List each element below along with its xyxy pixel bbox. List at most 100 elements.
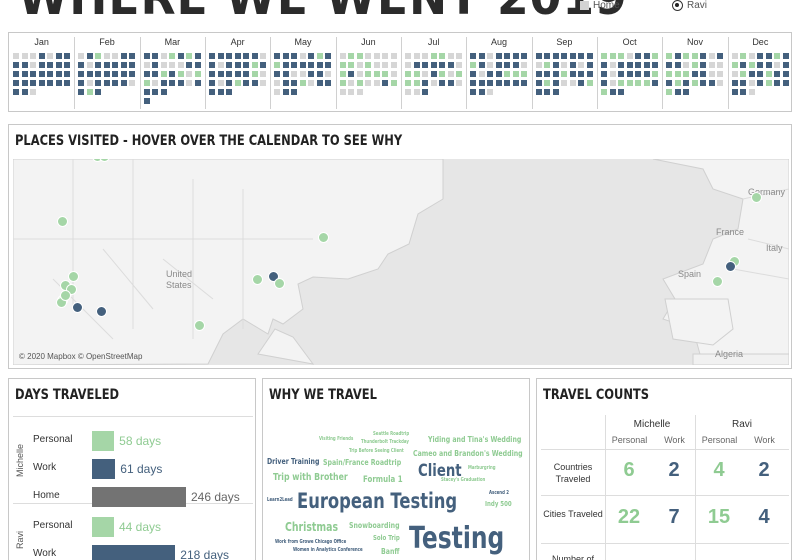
- calendar-day[interactable]: [243, 71, 249, 77]
- word-cloud-term[interactable]: Spain/France Roadtrip: [323, 458, 401, 467]
- calendar-day[interactable]: [282, 89, 289, 95]
- calendar-day[interactable]: [143, 98, 150, 104]
- calendar-day[interactable]: [731, 89, 738, 95]
- calendar-day[interactable]: [95, 53, 102, 59]
- calendar-day[interactable]: [561, 80, 568, 86]
- calendar-day[interactable]: [643, 53, 650, 59]
- calendar-day[interactable]: [186, 80, 193, 86]
- calendar-day[interactable]: [38, 71, 45, 77]
- calendar-day[interactable]: [495, 80, 502, 86]
- calendar-day[interactable]: [544, 89, 551, 95]
- calendar-day[interactable]: [578, 62, 585, 68]
- calendar-day[interactable]: [422, 80, 428, 86]
- calendar-day[interactable]: [782, 71, 789, 77]
- calendar-day[interactable]: [691, 71, 698, 77]
- calendar-day[interactable]: [339, 80, 346, 86]
- calendar-day[interactable]: [160, 71, 167, 77]
- calendar-day[interactable]: [243, 53, 249, 59]
- calendar-day[interactable]: [243, 80, 249, 86]
- calendar-day[interactable]: [274, 53, 281, 59]
- calendar-day[interactable]: [512, 53, 519, 59]
- calendar-day[interactable]: [740, 53, 747, 59]
- calendar-day[interactable]: [325, 53, 332, 59]
- calendar-day[interactable]: [129, 62, 136, 68]
- calendar-day[interactable]: [251, 71, 258, 77]
- calendar-day[interactable]: [194, 53, 201, 59]
- calendar-day[interactable]: [578, 80, 585, 86]
- map-point-personal[interactable]: [274, 278, 285, 289]
- word-cloud-term[interactable]: Cameo and Brandon's Wedding: [413, 449, 523, 458]
- calendar-day[interactable]: [748, 71, 755, 77]
- calendar-day[interactable]: [260, 71, 266, 77]
- calendar-day[interactable]: [748, 80, 755, 86]
- calendar-day[interactable]: [120, 62, 127, 68]
- calendar-day[interactable]: [209, 71, 215, 77]
- calendar-day[interactable]: [674, 53, 681, 59]
- calendar-day[interactable]: [86, 71, 93, 77]
- calendar-day[interactable]: [470, 71, 477, 77]
- calendar-day[interactable]: [226, 62, 232, 68]
- calendar-day[interactable]: [413, 89, 420, 95]
- calendar-day[interactable]: [21, 53, 28, 59]
- calendar-day[interactable]: [209, 62, 215, 68]
- calendar-day[interactable]: [226, 89, 232, 95]
- calendar-day[interactable]: [495, 62, 502, 68]
- calendar-day[interactable]: [209, 80, 215, 86]
- map-area[interactable]: United States Germany France Italy Spain…: [13, 159, 789, 365]
- calendar-day[interactable]: [674, 71, 681, 77]
- calendar-day[interactable]: [626, 62, 633, 68]
- calendar-day[interactable]: [120, 80, 127, 86]
- calendar-day[interactable]: [308, 53, 315, 59]
- calendar-day[interactable]: [143, 71, 150, 77]
- calendar-day[interactable]: [95, 71, 102, 77]
- calendar-day[interactable]: [586, 53, 593, 59]
- calendar-day[interactable]: [382, 53, 389, 59]
- calendar-day[interactable]: [478, 62, 485, 68]
- calendar-day[interactable]: [316, 62, 323, 68]
- map-point-personal[interactable]: [252, 274, 263, 285]
- calendar-day[interactable]: [152, 62, 159, 68]
- calendar-day[interactable]: [740, 80, 747, 86]
- calendar-day[interactable]: [535, 53, 542, 59]
- calendar-day[interactable]: [700, 71, 707, 77]
- calendar-day[interactable]: [422, 62, 428, 68]
- map-point-personal[interactable]: [60, 290, 71, 301]
- calendar-day[interactable]: [308, 71, 315, 77]
- calendar-day[interactable]: [21, 80, 28, 86]
- calendar-day[interactable]: [544, 80, 551, 86]
- calendar-day[interactable]: [487, 80, 494, 86]
- calendar-day[interactable]: [544, 53, 551, 59]
- calendar-day[interactable]: [456, 71, 462, 77]
- person-selector[interactable]: Ravi: [672, 0, 707, 11]
- calendar-day[interactable]: [339, 71, 346, 77]
- calendar-day[interactable]: [586, 80, 593, 86]
- legend-home[interactable]: Home: [580, 0, 620, 11]
- calendar-day[interactable]: [765, 53, 772, 59]
- calendar-day[interactable]: [478, 53, 485, 59]
- calendar-day[interactable]: [234, 53, 241, 59]
- word-cloud-term[interactable]: Stacey's Graduation: [441, 477, 485, 483]
- calendar-day[interactable]: [422, 89, 428, 95]
- calendar-day[interactable]: [291, 53, 298, 59]
- calendar-day[interactable]: [348, 71, 355, 77]
- calendar-day[interactable]: [152, 80, 159, 86]
- calendar-day[interactable]: [260, 80, 266, 86]
- calendar-day[interactable]: [160, 62, 167, 68]
- calendar-day[interactable]: [194, 80, 201, 86]
- calendar-day[interactable]: [348, 62, 355, 68]
- calendar-day[interactable]: [601, 71, 607, 77]
- calendar-day[interactable]: [143, 53, 150, 59]
- calendar-day[interactable]: [260, 53, 266, 59]
- calendar-day[interactable]: [586, 62, 593, 68]
- calendar-day[interactable]: [55, 53, 62, 59]
- calendar-day[interactable]: [299, 62, 306, 68]
- map-point-personal[interactable]: [57, 216, 68, 227]
- calendar-day[interactable]: [626, 80, 633, 86]
- calendar-day[interactable]: [291, 71, 298, 77]
- calendar-day[interactable]: [160, 53, 167, 59]
- calendar-day[interactable]: [439, 80, 445, 86]
- calendar-day[interactable]: [535, 80, 542, 86]
- word-cloud-term[interactable]: Yiding and Tina's Wedding: [428, 435, 521, 444]
- calendar-day[interactable]: [487, 89, 494, 95]
- calendar-day[interactable]: [160, 80, 167, 86]
